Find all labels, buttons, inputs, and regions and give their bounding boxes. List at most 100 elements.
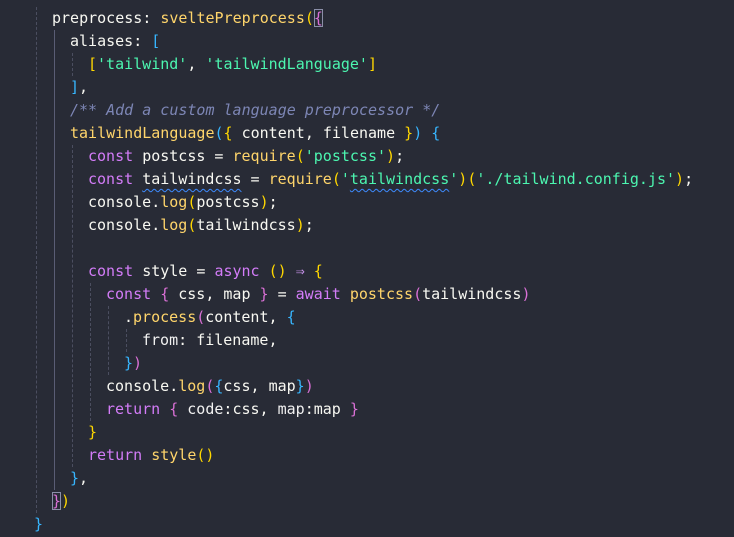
code-line[interactable]: preprocess: sveltePreprocess({	[52, 7, 323, 30]
code-line[interactable]: .process(content, {	[124, 306, 296, 329]
code-line[interactable]: from: filename,	[142, 329, 277, 352]
code-token: return	[106, 400, 170, 418]
code-line[interactable]: })	[124, 352, 142, 375]
code-token: tailwindLanguage	[70, 124, 215, 142]
code-line[interactable]: }	[34, 513, 43, 536]
code-token: }	[124, 354, 134, 372]
code-line[interactable]: tailwindLanguage({ content, filename }) …	[70, 122, 440, 145]
code-token: }	[70, 469, 80, 487]
code-token: .	[124, 308, 134, 326]
code-token: console	[106, 377, 170, 395]
code-line[interactable]: },	[70, 467, 88, 490]
code-token: map	[313, 400, 341, 418]
code-line[interactable]: }	[88, 421, 97, 444]
code-token: }	[88, 423, 98, 441]
code-token: postcss	[349, 285, 414, 303]
code-line[interactable]: const style = async () ⇒ {	[88, 260, 323, 283]
code-line[interactable]: ],	[70, 76, 88, 99]
code-token: :	[142, 9, 161, 27]
code-token: [	[88, 55, 98, 73]
code-token: content	[205, 308, 269, 326]
code-token: [	[151, 32, 161, 50]
code-token: aliases	[70, 32, 134, 50]
indent-guide	[126, 329, 127, 352]
code-line[interactable]: const postcss = require('postcss');	[88, 145, 404, 168]
code-token: console	[88, 216, 152, 234]
code-token: )	[413, 124, 423, 142]
code-line[interactable]: const { css, map } = await postcss(tailw…	[106, 283, 530, 306]
code-token: sveltePreprocess	[160, 9, 305, 27]
code-token: {	[286, 308, 296, 326]
code-line[interactable]: aliases: [	[70, 30, 160, 53]
code-token: (	[304, 9, 314, 27]
code-line[interactable]: return { code:css, map:map }	[106, 398, 359, 421]
code-token: :	[133, 32, 152, 50]
code-token: =	[241, 170, 269, 188]
code-token: }	[52, 492, 62, 510]
code-token: .	[169, 377, 179, 395]
code-line[interactable]: console.log(tailwindcss);	[88, 214, 314, 237]
code-line[interactable]: return style()	[88, 444, 214, 467]
code-token: ,	[79, 78, 89, 96]
code-line[interactable]: const tailwindcss = require('tailwindcss…	[88, 168, 693, 191]
code-token: ]	[70, 78, 80, 96]
code-token: {	[313, 262, 323, 280]
code-token: ,	[187, 55, 206, 73]
code-token: ]	[367, 55, 377, 73]
code-token: return	[88, 446, 152, 464]
code-token: filename	[196, 331, 269, 349]
code-token: tailwindcss	[349, 170, 450, 188]
code-token: css	[232, 400, 260, 418]
code-token: ,	[259, 400, 278, 418]
indent-guide	[36, 7, 37, 513]
code-token: :	[178, 331, 197, 349]
code-token: from	[142, 331, 179, 349]
code-token: console	[88, 193, 152, 211]
code-token: ;	[304, 216, 314, 234]
code-token: {	[169, 400, 188, 418]
code-line[interactable]: console.log({css, map})	[106, 375, 314, 398]
code-token: './tailwind.config.js'	[476, 170, 676, 188]
code-token: require	[232, 147, 296, 165]
code-token: tailwindcss	[196, 216, 296, 234]
code-token: (	[214, 124, 224, 142]
code-line[interactable]: console.log(postcss);	[88, 191, 278, 214]
code-token: )	[133, 354, 143, 372]
code-token: ()	[196, 446, 215, 464]
code-token: ,	[304, 124, 323, 142]
indent-guide	[72, 145, 73, 467]
code-token: /** Add a custom language preprocessor *…	[70, 101, 441, 119]
code-token: {	[313, 9, 323, 27]
code-token: tailwindcss	[142, 170, 242, 188]
code-token: tailwindcss	[422, 285, 522, 303]
code-token: 'tailwindLanguage'	[205, 55, 368, 73]
code-token: ()	[268, 262, 287, 280]
code-token: (	[467, 170, 477, 188]
code-token: style	[151, 446, 197, 464]
code-token: {	[223, 124, 242, 142]
code-token: log	[178, 377, 206, 395]
code-token: =	[187, 262, 215, 280]
code-line[interactable]: /** Add a custom language preprocessor *…	[70, 99, 440, 122]
code-token: '	[449, 170, 459, 188]
code-token: const	[106, 285, 161, 303]
code-token: ;	[684, 170, 694, 188]
code-token: map	[268, 377, 296, 395]
code-editor[interactable]: preprocess: sveltePreprocess({aliases: […	[0, 0, 734, 537]
code-token: }	[34, 515, 44, 533]
code-line[interactable]: })	[52, 490, 70, 513]
code-token: {	[431, 124, 441, 142]
code-token: const	[88, 262, 143, 280]
code-token: log	[160, 216, 188, 234]
code-line[interactable]: ['tailwind', 'tailwindLanguage']	[88, 53, 377, 76]
code-token: .	[151, 216, 161, 234]
code-token: )	[259, 193, 269, 211]
code-token: }	[395, 124, 414, 142]
code-token: map	[277, 400, 305, 418]
code-token: postcss	[142, 147, 206, 165]
code-token: ,	[250, 377, 269, 395]
code-token: ,	[268, 331, 278, 349]
code-token: const	[88, 147, 143, 165]
code-token: const	[88, 170, 143, 188]
code-token: )	[61, 492, 71, 510]
